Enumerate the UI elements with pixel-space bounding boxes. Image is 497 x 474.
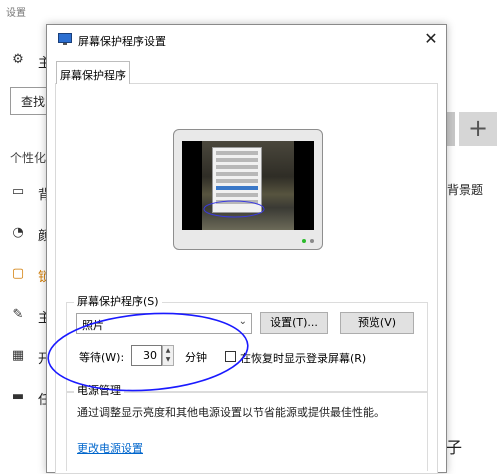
gear-icon[interactable]: ⚙ xyxy=(10,52,26,68)
settings-window-title: 设置 xyxy=(6,8,26,19)
start-icon: ▦ xyxy=(11,348,25,363)
brush-icon: ✎ xyxy=(12,307,24,322)
screensaver-select[interactable]: 照片 ⌄ xyxy=(76,313,252,334)
background-heading-fragment: 背景题 xyxy=(447,183,484,197)
add-button[interactable]: + xyxy=(459,112,497,146)
dialog-title: 屏幕保护程序设置 xyxy=(78,35,166,48)
power-group xyxy=(66,391,428,471)
resume-login-label[interactable]: 在恢复时显示登录屏幕(R) xyxy=(240,350,366,366)
screensaver-select-value: 照片 xyxy=(82,319,104,332)
preview-screen xyxy=(182,141,314,230)
settings-button[interactable]: 设置(T)... xyxy=(260,312,328,334)
dialog-titlebar[interactable]: 屏幕保护程序设置 ✕ xyxy=(47,25,446,55)
screensaver-group-label: 屏幕保护程序(S) xyxy=(74,293,162,309)
tab-screensaver[interactable]: 屏幕保护程序 xyxy=(56,61,130,84)
chevron-down-icon: ⌄ xyxy=(238,316,247,327)
taskbar-icon: ▬ xyxy=(11,389,25,404)
power-description: 通过调整显示亮度和其他电源设置以节省能源或提供最佳性能。 xyxy=(77,406,385,419)
preview-button[interactable]: 预览(V) xyxy=(340,312,414,334)
lock-screen-icon: ▢ xyxy=(11,266,25,281)
wait-stepper[interactable]: ▲ ▼ xyxy=(162,345,174,366)
change-power-settings-link[interactable]: 更改电源设置 xyxy=(77,440,143,456)
search-label: 查找 xyxy=(21,95,46,109)
close-icon: ✕ xyxy=(424,29,438,48)
text-fragment: 子 xyxy=(446,438,463,457)
image-icon: ▭ xyxy=(11,184,25,199)
stepper-up-icon[interactable]: ▲ xyxy=(163,346,173,355)
power-led xyxy=(302,239,306,243)
wait-unit-label: 分钟 xyxy=(185,351,207,364)
monitor-icon xyxy=(58,33,72,45)
monitor-button xyxy=(310,239,314,243)
preview-context-menu xyxy=(212,147,262,213)
wait-minutes-input[interactable]: 30 xyxy=(131,345,162,366)
screensaver-settings-dialog: 屏幕保护程序设置 ✕ 屏幕保护程序 屏幕保护程序(S) 照片 ⌄ 设置(T)..… xyxy=(46,24,447,474)
power-group-label: 电源管理 xyxy=(74,382,124,398)
preview-monitor xyxy=(173,129,323,250)
wait-label: 等待(W): xyxy=(79,351,125,364)
resume-login-checkbox[interactable] xyxy=(225,351,236,362)
stepper-down-icon[interactable]: ▼ xyxy=(163,355,173,364)
palette-icon: ◔ xyxy=(12,225,24,240)
section-heading: 个性化 xyxy=(10,151,47,165)
close-button[interactable]: ✕ xyxy=(416,25,446,55)
